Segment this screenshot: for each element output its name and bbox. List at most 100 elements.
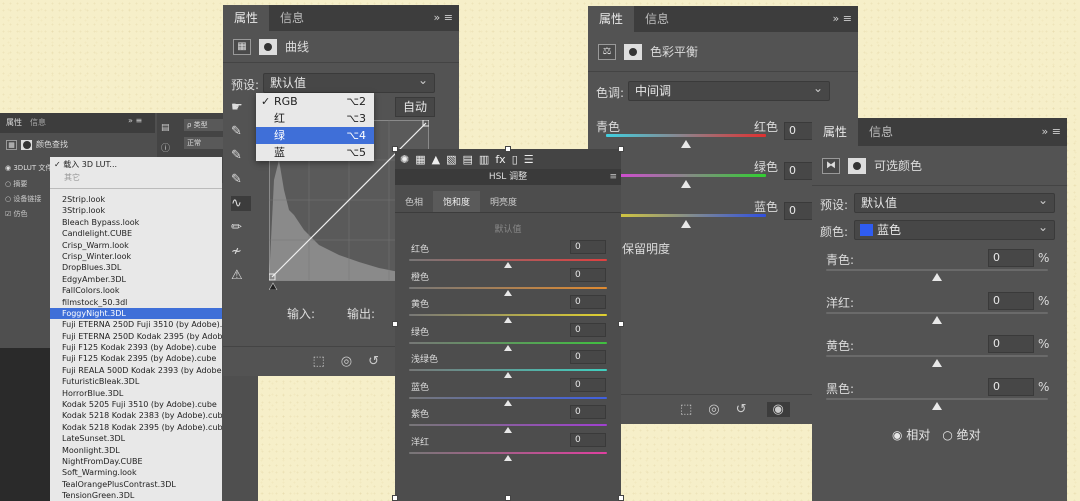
cb-tone-select[interactable]: 中间调	[628, 79, 830, 101]
hsl-tab-hue[interactable]: 色相	[395, 191, 433, 212]
lut-menu-item[interactable]: 3Strip.look	[50, 205, 222, 216]
lut-menu-item[interactable]: Crisp_Winter.look	[50, 251, 222, 262]
sc-slider-thumb[interactable]	[932, 316, 942, 324]
hsl-row-track[interactable]	[409, 369, 607, 371]
curves-icon[interactable]: ▲	[432, 153, 440, 166]
sc-preset-select[interactable]: 默认值	[854, 191, 1055, 213]
lut-row-abstract[interactable]: ○ 摘要	[5, 179, 27, 189]
sc-slider-value[interactable]: 0	[988, 249, 1034, 267]
hsl-icon[interactable]: ▥	[479, 153, 489, 166]
hsl-row-thumb[interactable]	[504, 399, 512, 406]
hsl-row-track[interactable]	[409, 341, 607, 344]
lut-menu-item[interactable]: Fuji F125 Kodak 2395 (by Adobe).cube	[50, 353, 222, 364]
view-previous-icon[interactable]: ◎	[341, 354, 352, 369]
cb-reset-icon[interactable]: ↺	[736, 402, 747, 417]
curves-panel-menu-icon[interactable]: » ≡	[434, 5, 453, 31]
lut-menu-item[interactable]: NightFromDay.CUBE	[50, 456, 222, 467]
transform-handle-tr[interactable]	[618, 146, 624, 152]
smooth-curve-icon[interactable]: ≁	[231, 244, 251, 259]
brightness-icon[interactable]: ✺	[400, 153, 409, 166]
sc-slider-thumb[interactable]	[932, 273, 942, 281]
targeted-adjust-hand-icon[interactable]: ☛	[231, 100, 251, 115]
hsl-row-value[interactable]: 0	[570, 377, 606, 392]
channel-menu-item[interactable]: 蓝 ⌥5	[256, 144, 374, 161]
lut-menu-load[interactable]: ✓ 载入 3D LUT...	[50, 157, 222, 170]
sc-slider-value[interactable]: 0	[988, 292, 1034, 310]
cb-slider-track[interactable]	[606, 134, 766, 137]
lut-menu-item[interactable]: filmstock_50.3dl	[50, 297, 222, 308]
sc-slider-thumb[interactable]	[932, 359, 942, 367]
hsl-row-thumb[interactable]	[504, 317, 512, 323]
hsl-row-thumb[interactable]	[504, 372, 512, 378]
gray-eyedropper-icon[interactable]: ✎	[231, 148, 251, 163]
levels-icon[interactable]: ▦	[415, 153, 425, 166]
transform-handle-mr[interactable]	[618, 321, 624, 327]
hsl-row-value[interactable]: 0	[570, 350, 606, 364]
sc-slider-track[interactable]	[826, 269, 1048, 271]
lut-menu-item[interactable]: FallColors.look	[50, 285, 222, 296]
curves-auto-button[interactable]: 自动	[395, 97, 435, 117]
cb-slider-thumb[interactable]	[681, 220, 691, 228]
sc-slider-track[interactable]	[826, 312, 1048, 314]
pencil-tool-icon[interactable]: ✏	[231, 220, 251, 235]
lut-panel-menu-icon[interactable]: » ≡	[128, 116, 142, 125]
lut-menu-item[interactable]: LateSunset.3DL	[50, 433, 222, 444]
lut-menu-item[interactable]: FuturisticBleak.3DL	[50, 376, 222, 387]
lut-menu-item[interactable]: Fuji REALA 500D Kodak 2393 (by Adobe).cu…	[50, 365, 222, 376]
sc-slider-track[interactable]	[826, 398, 1048, 400]
cb-tab-info[interactable]: 信息	[634, 6, 680, 32]
sc-radio-relative[interactable]: ◉ 相对	[892, 426, 930, 443]
reset-icon[interactable]: ↺	[368, 354, 379, 369]
filter-icon[interactable]: ☰	[524, 153, 534, 166]
hsl-row-track[interactable]	[409, 286, 607, 289]
hsl-row-thumb[interactable]	[504, 427, 512, 433]
hsl-row-value[interactable]: 0	[570, 240, 606, 254]
layers-grid-icon[interactable]: ▤	[161, 123, 170, 133]
cb-slider-thumb[interactable]	[681, 140, 691, 148]
transform-handle-bl[interactable]	[392, 495, 398, 501]
info-circle-icon[interactable]: ⓘ	[161, 141, 170, 154]
lut-menu-item[interactable]: TensionGreen.3DL	[50, 490, 222, 501]
hsl-tab-saturation[interactable]: 饱和度	[433, 191, 481, 212]
hsl-row-value[interactable]: 0	[570, 295, 606, 309]
cb-slider-value[interactable]: 0	[784, 162, 814, 180]
hsl-row-thumb[interactable]	[504, 262, 512, 268]
hsl-row-thumb[interactable]	[504, 344, 512, 351]
lut-row-3dlut[interactable]: ◉ 3DLUT 文件	[5, 163, 52, 173]
cb-slider-value[interactable]: 0	[784, 202, 814, 220]
hsl-menu-icon[interactable]: ≡	[609, 169, 617, 185]
hsl-row-value[interactable]: 0	[570, 405, 606, 419]
lut-menu-item[interactable]: Fuji ETERNA 250D Fuji 3510 (by Adobe).cu…	[50, 319, 222, 330]
channel-mixer-icon[interactable]: ▯	[512, 153, 518, 166]
sc-slider-thumb[interactable]	[932, 402, 942, 410]
lut-menu-item[interactable]: HorrorBlue.3DL	[50, 388, 222, 399]
lut-row-dither[interactable]: ☑ 仿色	[5, 209, 28, 219]
cb-preserve-luminosity[interactable]: 保留明度	[622, 240, 670, 257]
curves-preset-select[interactable]: 默认值	[263, 71, 435, 93]
hsl-row-track[interactable]	[409, 314, 607, 316]
hsl-tab-luminance[interactable]: 明亮度	[480, 191, 527, 212]
lut-menu-item[interactable]: Bleach Bypass.look	[50, 217, 222, 228]
lut-row-devicelink[interactable]: ○ 设备链接	[5, 194, 41, 204]
channel-menu-item[interactable]: 红 ⌥3	[256, 110, 374, 127]
channel-menu-item[interactable]: ✓ RGB ⌥2	[256, 93, 374, 110]
curves-tab-info[interactable]: 信息	[269, 5, 315, 31]
sc-tab-info[interactable]: 信息	[858, 118, 904, 146]
cb-tab-properties[interactable]: 属性	[588, 6, 635, 32]
lut-menu-item[interactable]: Kodak 5218 Kodak 2395 (by Adobe).cube	[50, 422, 222, 433]
lut-menu-item[interactable]: Kodak 5218 Kodak 2383 (by Adobe).cube	[50, 410, 222, 421]
lut-menu-item[interactable]: DropBlues.3DL	[50, 262, 222, 273]
lut-tab-properties[interactable]: 属性	[6, 117, 22, 128]
channel-menu-item[interactable]: 绿 ⌥4	[256, 127, 374, 144]
lut-menu-item[interactable]: Crisp_Warm.look	[50, 240, 222, 251]
hsl-row-thumb[interactable]	[504, 454, 512, 461]
curves-tab-properties[interactable]: 属性	[223, 5, 270, 31]
hsl-row-track[interactable]	[409, 451, 607, 454]
cb-clip-icon[interactable]: ⬚	[680, 402, 692, 417]
lut-menu-item[interactable]: Soft_Warming.look	[50, 467, 222, 478]
exposure-icon[interactable]: ▧	[446, 153, 456, 166]
transform-handle-tc[interactable]	[505, 146, 511, 152]
lut-menu-item[interactable]: Fuji ETERNA 250D Kodak 2395 (by Adobe).c…	[50, 331, 222, 342]
transform-handle-ml[interactable]	[392, 321, 398, 327]
lut-menu-item[interactable]: Moonlight.3DL	[50, 445, 222, 456]
